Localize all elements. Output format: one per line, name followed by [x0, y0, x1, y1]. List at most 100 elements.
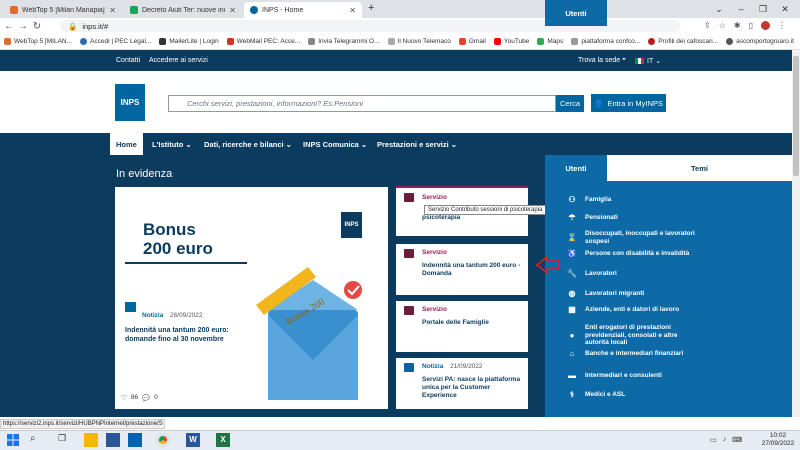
browser-tab-3[interactable]: INPS - Home ✕	[244, 2, 362, 18]
forward-icon[interactable]: →	[16, 21, 30, 32]
nav-prestazioni[interactable]: Prestazioni e servizi ⌄	[371, 133, 463, 155]
menu-dots-icon[interactable]: ⋮	[778, 21, 786, 30]
login-myinps-button[interactable]: 👤 Entra in MyINPS	[591, 94, 666, 112]
minimize-icon[interactable]: –	[730, 0, 752, 18]
clock[interactable]: 10:02 27/09/2022	[760, 432, 796, 448]
language-selector[interactable]: IT ⌄	[635, 57, 661, 65]
likes-count: 86	[130, 394, 139, 401]
search-button[interactable]: Cerca	[556, 95, 584, 112]
side-item-intermediari[interactable]: ▬ Intermediari e consulenti	[565, 372, 785, 380]
back-icon[interactable]: ←	[2, 21, 16, 32]
bookmark-item[interactable]: Profili dei cafoscari...	[648, 38, 718, 45]
side-item-medici[interactable]: ⚕ Medici e ASL	[565, 391, 785, 399]
explorer-icon[interactable]	[84, 433, 98, 447]
bookmark-icon	[4, 38, 11, 45]
word-small-icon[interactable]	[106, 433, 120, 447]
bookmark-item[interactable]: ascomportogruaro.it	[726, 38, 794, 45]
bookmark-icon	[387, 38, 395, 45]
card-title: Servizi PA: nasce la piattaforma unica p…	[422, 376, 521, 399]
browser-tab-1[interactable]: WebTop 5 [Milan Mariapia] ✕	[4, 2, 122, 18]
search-input[interactable]: Cerchi servizi, prestazioni, informazion…	[168, 95, 556, 112]
clock-time: 10:02	[769, 432, 787, 439]
card-title: Portale delle Famiglie	[422, 319, 489, 326]
side-item-label: Lavoratori migranti	[585, 290, 645, 297]
side-item-migranti[interactable]: ◍ Lavoratori migranti	[565, 290, 785, 298]
service-card[interactable]: Servizio Portale delle Famiglie	[396, 301, 528, 352]
site-top-bar: Contatti Accedere ai servizi Trova la se…	[0, 50, 792, 71]
side-item-label: Banche e intermediari finanziari	[585, 350, 684, 357]
bookmark-item[interactable]: Accedi | PEC Legal...	[80, 38, 151, 45]
browser-tab-2[interactable]: Decreto Aiuti Ter: nuove indennità ✕	[124, 2, 242, 18]
share-icon[interactable]: ⇪	[704, 21, 711, 30]
side-item-enti[interactable]: ● Enti erogatori di prestazioni previdenz…	[565, 324, 785, 347]
card-title[interactable]: Indennità una tantum 200 euro: domande f…	[125, 326, 255, 344]
search-icon[interactable]: ⌕	[30, 433, 44, 447]
chevron-down-icon: ⌄	[185, 139, 192, 149]
restore-icon[interactable]: ❐	[752, 0, 774, 18]
side-item-famiglia[interactable]: ⚇ Famiglia	[565, 196, 785, 204]
bookmark-item[interactable]: piattaforma confco...	[571, 38, 640, 45]
bookmark-item[interactable]: WebTop 5 [MILAN...	[4, 38, 72, 45]
bookmark-icon	[226, 38, 234, 45]
side-item-banche[interactable]: ⌂ Banche e intermediari finanziari	[565, 350, 785, 358]
app-icon[interactable]	[128, 433, 142, 447]
word-icon[interactable]: W	[186, 433, 200, 447]
bookmark-item[interactable]: Il Nuovo Telemaco	[387, 38, 451, 45]
close-tab-icon[interactable]: ✕	[229, 6, 236, 15]
close-window-icon[interactable]: ✕	[774, 0, 796, 18]
nav-home[interactable]: Home	[110, 133, 143, 155]
side-item-label: Pensionati	[585, 214, 618, 221]
windows-start-icon[interactable]	[6, 433, 20, 447]
service-card[interactable]: Servizio Indennità una tantum 200 euro -…	[396, 244, 528, 295]
bookmark-item[interactable]: MailerLite | Login	[159, 38, 219, 45]
close-tab-icon[interactable]: ✕	[109, 6, 116, 15]
contatti-link[interactable]: Contatti	[116, 57, 140, 64]
chrome-icon[interactable]	[156, 433, 170, 447]
nav-label: Prestazioni e servizi	[377, 139, 449, 149]
bookmark-item[interactable]: Maps	[537, 38, 563, 45]
nav-istituto[interactable]: L'Istituto ⌄	[146, 133, 198, 155]
trova-sede-link[interactable]: Trova la sede	[578, 57, 620, 64]
new-tab-button[interactable]: +	[368, 2, 374, 14]
star-icon[interactable]: ☆	[719, 21, 726, 30]
sidebar-icon[interactable]: ▯	[749, 21, 753, 30]
profile-avatar[interactable]	[760, 21, 770, 30]
side-item-disoccupati[interactable]: ⌛ Disoccupati, inoccupati e lavoratori so…	[565, 230, 785, 245]
bookmark-item[interactable]: WebMail PEC: Acce...	[226, 38, 300, 45]
tab-utenti[interactable]: Utenti	[545, 0, 607, 26]
side-item-pensionati[interactable]: ☂ Pensionati	[565, 214, 785, 222]
inps-logo[interactable]: INPS	[115, 84, 145, 121]
side-item-label: Medici e ASL	[585, 391, 626, 398]
keyboard-icon[interactable]: ⌨	[732, 436, 742, 444]
reload-icon[interactable]: ↻	[30, 21, 44, 32]
bookmark-item[interactable]: Gmail	[458, 38, 486, 45]
bookmark-item[interactable]: YouTube	[493, 38, 529, 45]
network-icon[interactable]: ▭	[710, 436, 717, 444]
comment-icon[interactable]: 💬	[142, 394, 150, 402]
bookmark-icon	[648, 38, 656, 45]
volume-icon[interactable]: ♪	[723, 436, 727, 444]
news-card[interactable]: Notizia 21/09/2022 Servizi PA: nasce la …	[396, 358, 528, 409]
tab-temi[interactable]: Temi	[607, 155, 792, 181]
location-icon: ⌖	[622, 56, 626, 63]
scrollbar-thumb[interactable]	[793, 56, 799, 176]
extensions-icon[interactable]: ✱	[734, 21, 741, 30]
task-view-icon[interactable]: ❐	[58, 433, 72, 447]
excel-icon[interactable]: X	[216, 433, 230, 447]
bookmark-icon	[726, 38, 734, 45]
wheelchair-icon: ♿	[567, 249, 577, 258]
side-item-label: Lavoratori	[585, 270, 617, 277]
nav-comunica[interactable]: INPS Comunica ⌄	[297, 133, 373, 155]
heart-icon[interactable]: ♡	[121, 394, 127, 402]
bonus-line-1: Bonus	[143, 220, 196, 239]
side-item-aziende[interactable]: ▦ Aziende, enti e datori di lavoro	[565, 306, 785, 314]
bookmark-icon	[571, 38, 579, 45]
accedere-servizi-link[interactable]: Accedere ai servizi	[149, 57, 208, 64]
bookmark-label: Accedi | PEC Legal...	[90, 38, 152, 45]
nav-dati[interactable]: Dati, ricerche e bilanci ⌄	[198, 133, 298, 155]
close-tab-icon[interactable]: ✕	[349, 6, 356, 15]
chevron-down-icon[interactable]: ⌄	[708, 0, 730, 18]
side-item-disabilita[interactable]: ♿ Persone con disabilità e invalidità	[565, 250, 785, 258]
bookmark-item[interactable]: Invia Telegrammi O...	[308, 38, 380, 45]
side-item-lavoratori[interactable]: 🔧 Lavoratori	[565, 270, 785, 278]
